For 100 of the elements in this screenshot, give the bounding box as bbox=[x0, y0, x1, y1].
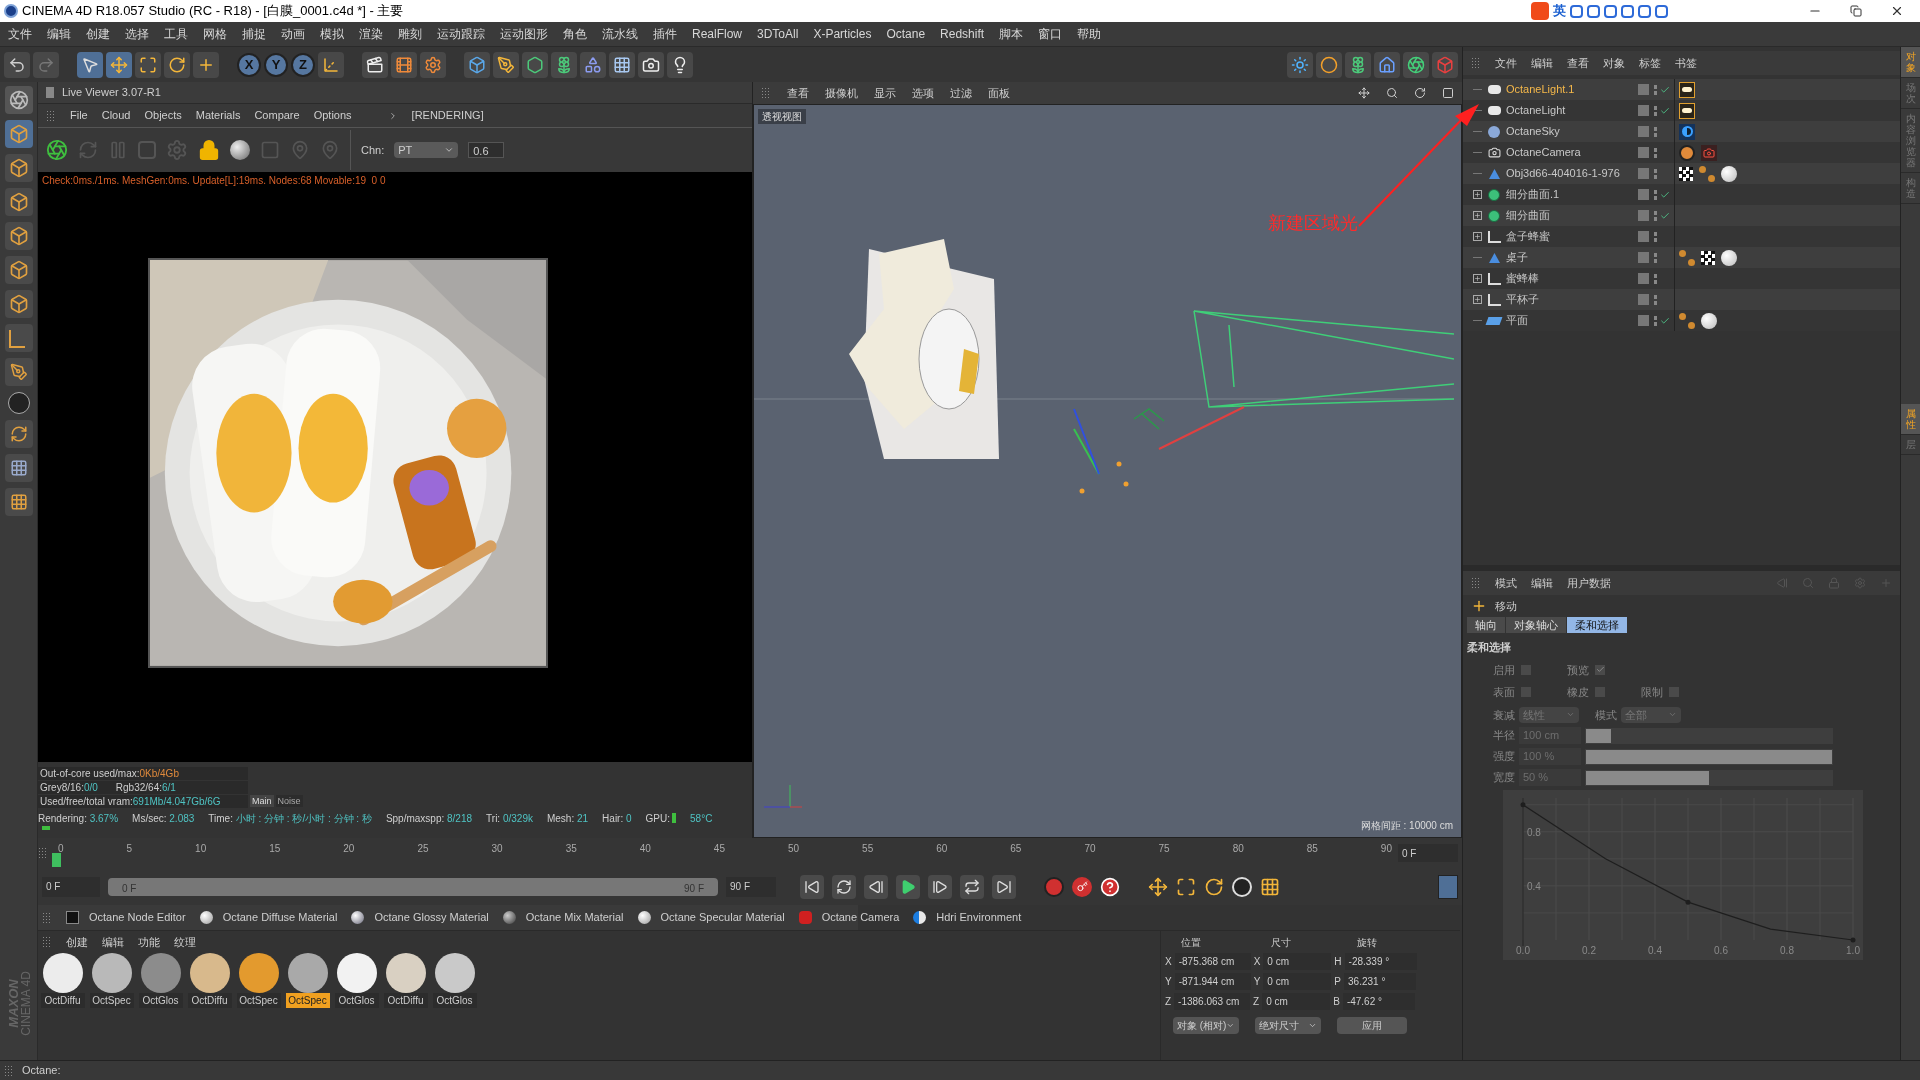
menu-item[interactable]: 纹理 bbox=[174, 933, 196, 951]
rotation-field[interactable]: 36.231 ° bbox=[1344, 973, 1416, 990]
menu-item[interactable]: 功能 bbox=[138, 933, 160, 951]
expand-toggle[interactable] bbox=[1473, 232, 1482, 241]
cube-icon[interactable] bbox=[1432, 51, 1458, 78]
visibility-dots-icon[interactable] bbox=[1653, 167, 1658, 180]
menu-item[interactable]: 运动图形 bbox=[500, 25, 548, 43]
menu-item[interactable]: 流水线 bbox=[602, 25, 638, 43]
material-toolbar-item[interactable]: Octane Diffuse Material bbox=[199, 909, 338, 926]
rotation-field[interactable]: -28.339 ° bbox=[1344, 953, 1417, 970]
ime-logo-icon[interactable] bbox=[1531, 2, 1549, 20]
visibility-dots-icon[interactable] bbox=[1653, 104, 1658, 117]
menu-item[interactable]: 3DToAll bbox=[757, 25, 799, 43]
menu-item[interactable]: 脚本 bbox=[999, 25, 1024, 43]
menu-item[interactable]: 创建 bbox=[66, 933, 88, 951]
layer-toggle-icon[interactable] bbox=[1638, 273, 1649, 284]
sun-icon[interactable] bbox=[1287, 51, 1313, 78]
tab[interactable]: 对象轴心 bbox=[1506, 617, 1566, 633]
enabled-check-icon[interactable] bbox=[1660, 315, 1670, 326]
cube-icon[interactable] bbox=[4, 120, 33, 148]
visibility-dots-icon[interactable] bbox=[1653, 188, 1658, 201]
menu-item[interactable]: 选项 bbox=[912, 84, 934, 102]
shapes-icon[interactable] bbox=[580, 51, 606, 78]
house-icon[interactable] bbox=[1374, 51, 1400, 78]
pointer-icon[interactable] bbox=[77, 51, 103, 78]
cube-icon[interactable] bbox=[464, 51, 490, 78]
menu-item[interactable]: 窗口 bbox=[1038, 25, 1063, 43]
restore-icon[interactable] bbox=[1850, 5, 1862, 17]
lock-icon[interactable] bbox=[198, 139, 220, 161]
material-swatch[interactable]: OctGlos bbox=[138, 953, 183, 1008]
menu-item[interactable]: 工具 bbox=[164, 25, 188, 43]
channel-dropdown[interactable]: PT bbox=[394, 142, 459, 158]
size-mode-dropdown[interactable]: 绝对尺寸 bbox=[1255, 1017, 1321, 1034]
menu-item[interactable]: 编辑 bbox=[1531, 574, 1553, 592]
menu-item[interactable]: Cloud bbox=[101, 107, 131, 124]
size-field[interactable]: 0 cm bbox=[1262, 993, 1331, 1010]
layer-toggle-icon[interactable] bbox=[1638, 189, 1649, 200]
menu-item[interactable]: 编辑 bbox=[1531, 54, 1553, 72]
menu-item[interactable]: Objects bbox=[144, 107, 182, 124]
menu-item[interactable]: Options bbox=[313, 107, 352, 124]
menu-item[interactable]: Octane bbox=[886, 25, 926, 43]
dots-tag-icon[interactable] bbox=[1679, 312, 1695, 329]
size-field[interactable]: 0 cm bbox=[1263, 953, 1332, 970]
material-tag-icon[interactable] bbox=[1701, 312, 1717, 329]
loop-icon[interactable] bbox=[832, 874, 856, 899]
menu-item[interactable]: X-Particles bbox=[813, 25, 872, 43]
ime-tool-icon[interactable] bbox=[1638, 4, 1651, 18]
skip-back-icon[interactable] bbox=[800, 874, 824, 899]
undo-icon[interactable] bbox=[4, 51, 30, 78]
apply-button[interactable]: 应用 bbox=[1337, 1017, 1407, 1034]
half-circle-tag-icon[interactable] bbox=[1679, 123, 1695, 140]
timeline-settings-icon[interactable] bbox=[1438, 874, 1458, 899]
material-swatch[interactable]: OctSpec bbox=[236, 953, 281, 1008]
side-tab[interactable]: 对象 bbox=[1901, 47, 1920, 78]
menu-item[interactable]: 插件 bbox=[653, 25, 677, 43]
object-name[interactable]: 盒子蜂蜜 bbox=[1502, 228, 1638, 245]
step-back-icon[interactable] bbox=[864, 874, 888, 899]
visibility-dots-icon[interactable] bbox=[1653, 230, 1658, 243]
menu-item[interactable]: 过滤 bbox=[950, 84, 972, 102]
pen-icon[interactable] bbox=[493, 51, 519, 78]
material-toolbar-item[interactable]: Octane Camera bbox=[798, 909, 900, 926]
visibility-dots-icon[interactable] bbox=[1653, 314, 1658, 327]
menu-item[interactable]: 查看 bbox=[787, 84, 809, 102]
repeat-icon[interactable] bbox=[960, 874, 984, 899]
value-spinner[interactable]: 0.6 bbox=[468, 142, 505, 158]
checkbox[interactable] bbox=[1595, 664, 1605, 675]
cube-icon[interactable] bbox=[4, 290, 33, 318]
menu-item[interactable]: RealFlow bbox=[692, 25, 742, 43]
expand-toggle[interactable] bbox=[1473, 274, 1482, 283]
scale-icon[interactable] bbox=[1176, 876, 1196, 897]
dots-tag-icon[interactable] bbox=[1679, 249, 1695, 266]
size-field[interactable]: 0 cm bbox=[1263, 973, 1332, 990]
prohibited-tag-icon[interactable] bbox=[1679, 144, 1695, 161]
zoom-icon[interactable] bbox=[1386, 87, 1398, 99]
current-frame-marker[interactable] bbox=[52, 853, 61, 867]
menu-item[interactable]: 编辑 bbox=[102, 933, 124, 951]
record-icon[interactable] bbox=[1044, 876, 1064, 897]
visibility-dots-icon[interactable] bbox=[1653, 83, 1658, 96]
enabled-check-icon[interactable] bbox=[1660, 189, 1670, 200]
ime-tool-icon[interactable] bbox=[1570, 4, 1583, 18]
material-toolbar-item[interactable]: Octane Specular Material bbox=[637, 909, 785, 926]
menu-item[interactable]: 显示 bbox=[874, 84, 896, 102]
visibility-dots-icon[interactable] bbox=[1653, 125, 1658, 138]
light-tag-icon[interactable] bbox=[1679, 102, 1695, 119]
layer-toggle-icon[interactable] bbox=[1638, 126, 1649, 137]
visibility-dots-icon[interactable] bbox=[1653, 251, 1658, 264]
visibility-dots-icon[interactable] bbox=[1653, 146, 1658, 159]
axis-lock-button[interactable]: Z bbox=[291, 52, 315, 77]
material-swatch[interactable]: OctSpec bbox=[89, 953, 134, 1008]
expand-toggle[interactable] bbox=[1473, 295, 1482, 304]
skip-forward-icon[interactable] bbox=[992, 874, 1016, 899]
expand-toggle[interactable] bbox=[1473, 211, 1482, 220]
menu-item[interactable]: 文件 bbox=[8, 25, 32, 43]
layer-toggle-icon[interactable] bbox=[1638, 84, 1649, 95]
ime-tool-icon[interactable] bbox=[1621, 4, 1634, 18]
rotate-icon[interactable] bbox=[1204, 876, 1224, 897]
object-name[interactable]: 平面 bbox=[1502, 312, 1638, 329]
ime-language[interactable]: 英 bbox=[1553, 1, 1566, 21]
plus-icon[interactable] bbox=[193, 51, 219, 78]
expand-toggle[interactable] bbox=[1473, 190, 1482, 199]
